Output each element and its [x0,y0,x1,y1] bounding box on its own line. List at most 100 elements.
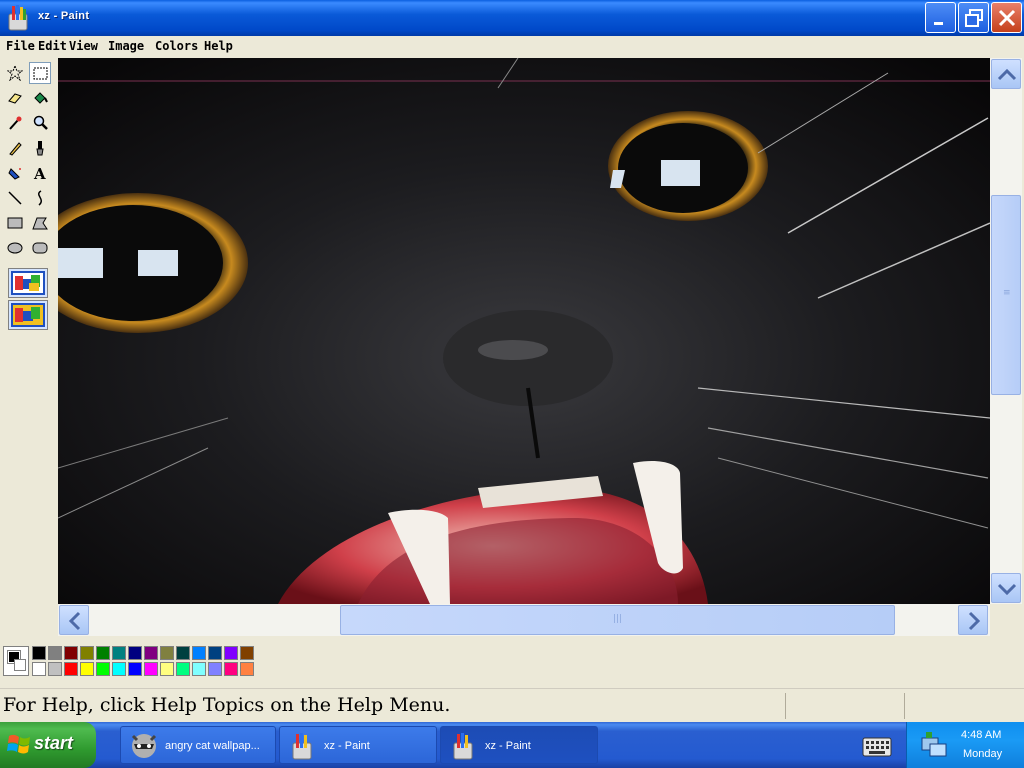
close-button[interactable] [991,2,1022,33]
line-tool[interactable] [4,187,26,209]
menu-file[interactable]: File [6,39,35,53]
scroll-down-button[interactable] [991,573,1021,603]
menu-colors[interactable]: Colors [155,39,198,53]
color-swatch[interactable] [224,662,238,676]
toolbox: A [0,58,56,638]
magnifier-icon [33,115,48,130]
curve-tool[interactable] [29,187,51,209]
fill-tool[interactable] [29,87,51,109]
grip-icon: ≡ [1003,288,1011,298]
menu-bar: File Edit View Image Colors Help [0,36,1024,56]
color-swatch[interactable] [112,646,126,660]
task-button-angry-cat[interactable]: angry cat wallpap... [120,726,276,764]
color-swatch[interactable] [240,662,254,676]
pick-color-tool[interactable] [4,112,26,134]
scroll-right-button[interactable] [958,605,988,635]
scroll-left-button[interactable] [59,605,89,635]
rounded-rectangle-icon [32,242,48,254]
color-swatch[interactable] [32,646,46,660]
eraser-tool[interactable] [4,87,26,109]
status-divider [904,693,905,719]
polygon-tool[interactable] [29,212,51,234]
paint-icon [453,733,473,760]
color-swatch[interactable] [160,662,174,676]
color-swatch[interactable] [48,662,62,676]
color-swatch[interactable] [208,662,222,676]
title-bar[interactable]: xz - Paint [0,0,1024,36]
color-swatch[interactable] [128,662,142,676]
free-form-select-tool[interactable] [4,62,26,84]
color-swatch[interactable] [192,646,206,660]
paint-icon [292,733,312,760]
windows-logo-icon [7,734,30,754]
airbrush-tool[interactable] [4,162,26,184]
restore-button[interactable] [958,2,989,33]
rectangle-tool[interactable] [4,212,26,234]
ellipse-icon [7,242,23,254]
drawing-canvas[interactable] [58,58,990,604]
color-swatch[interactable] [96,662,110,676]
menu-edit[interactable]: Edit [38,39,67,53]
task-label: xz - Paint [485,740,531,752]
color-swatch[interactable] [240,646,254,660]
polygon-icon [32,217,48,230]
color-swatch[interactable] [144,646,158,660]
current-colors[interactable] [3,646,29,676]
vertical-scrollbar[interactable]: ≡ [990,58,1022,604]
chevron-left-icon [68,611,81,631]
magnifier-tool[interactable] [29,112,51,134]
tool-option-1[interactable] [8,268,48,298]
minimize-button[interactable] [925,2,956,33]
color-swatch[interactable] [144,662,158,676]
color-swatch[interactable] [32,662,46,676]
color-swatch[interactable] [160,646,174,660]
color-swatch[interactable] [128,646,142,660]
color-swatch[interactable] [176,662,190,676]
chevron-up-icon [997,68,1017,81]
color-swatch[interactable] [64,646,78,660]
color-swatch[interactable] [80,662,94,676]
task-button-paint-2[interactable]: xz - Paint [440,726,598,764]
select-tool[interactable] [29,62,51,84]
close-icon [998,9,1016,27]
tool-option-2[interactable] [8,300,48,330]
menu-image[interactable]: Image [108,39,144,53]
menu-view[interactable]: View [69,39,98,53]
color-swatch[interactable] [64,662,78,676]
task-button-paint-1[interactable]: xz - Paint [279,726,437,764]
color-swatch[interactable] [224,646,238,660]
ellipse-tool[interactable] [4,237,26,259]
curve-icon [37,190,43,206]
color-swatch[interactable] [96,646,110,660]
svg-text:A: A [33,165,46,181]
color-palette [0,640,1024,686]
transparent-style-icon [11,303,45,327]
paint-bucket-icon [34,92,48,104]
scroll-up-button[interactable] [991,59,1021,89]
color-swatch[interactable] [48,646,62,660]
network-icon[interactable] [919,730,949,760]
eyedropper-icon [9,116,22,130]
start-button[interactable]: start [0,722,96,768]
start-label: start [34,733,74,753]
keyboard-icon[interactable] [862,734,892,758]
chevron-down-icon [997,583,1017,596]
color-swatch[interactable] [192,662,206,676]
airbrush-icon [8,168,21,180]
rounded-rectangle-tool[interactable] [29,237,51,259]
horizontal-scroll-thumb[interactable]: ||| [340,605,895,635]
clock-time: 4:48 AM [961,729,1002,741]
color-swatch[interactable] [208,646,222,660]
pencil-tool[interactable] [4,137,26,159]
horizontal-scrollbar[interactable]: ||| [58,604,990,636]
brush-tool[interactable] [29,137,51,159]
color-swatch[interactable] [112,662,126,676]
color-swatch[interactable] [176,646,190,660]
star-select-icon [7,65,23,81]
text-tool[interactable]: A [29,162,51,184]
color-swatch[interactable] [80,646,94,660]
task-label: angry cat wallpap... [165,740,260,752]
vertical-scroll-thumb[interactable]: ≡ [991,195,1021,395]
paint-app-icon [8,5,28,31]
menu-help[interactable]: Help [204,39,233,53]
